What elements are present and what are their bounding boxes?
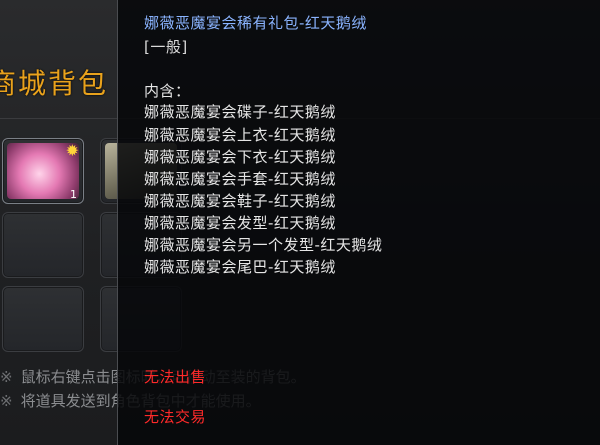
- tooltip-title: 娜薇恶魔宴会稀有礼包-红天鹅绒: [144, 14, 367, 32]
- item-tooltip: 娜薇恶魔宴会稀有礼包-红天鹅绒 [一般] 内含： 娜薇恶魔宴会碟子-红天鹅绒 娜…: [117, 0, 600, 445]
- note-mark: ※: [0, 368, 13, 386]
- item-count: 1: [70, 188, 77, 201]
- note-mark: ※: [0, 392, 13, 410]
- content-item: 娜薇恶魔宴会鞋子-红天鹅绒: [144, 192, 336, 210]
- content-item: 娜薇恶魔宴会碟子-红天鹅绒: [144, 103, 336, 121]
- restriction-trade: 无法交易: [144, 408, 207, 426]
- restriction-sell: 无法出售: [144, 368, 207, 386]
- inventory-slot-empty[interactable]: [2, 286, 84, 352]
- inventory-slot-gift-package[interactable]: ✹ 1: [2, 138, 84, 204]
- content-item: 娜薇恶魔宴会手套-红天鹅绒: [144, 170, 336, 188]
- star-badge-icon: ✹: [65, 141, 79, 160]
- content-item: 娜薇恶魔宴会上衣-红天鹅绒: [144, 126, 336, 144]
- tooltip-grade: [一般]: [144, 38, 188, 56]
- inventory-slot-empty[interactable]: [2, 212, 84, 278]
- content-item: 娜薇恶魔宴会下衣-红天鹅绒: [144, 148, 336, 166]
- content-item: 娜薇恶魔宴会另一个发型-红天鹅绒: [144, 236, 383, 254]
- window-title: 商城背包: [0, 67, 109, 100]
- content-item: 娜薇恶魔宴会发型-红天鹅绒: [144, 214, 336, 232]
- contains-label: 内含：: [144, 82, 191, 100]
- content-item: 娜薇恶魔宴会尾巴-红天鹅绒: [144, 258, 336, 276]
